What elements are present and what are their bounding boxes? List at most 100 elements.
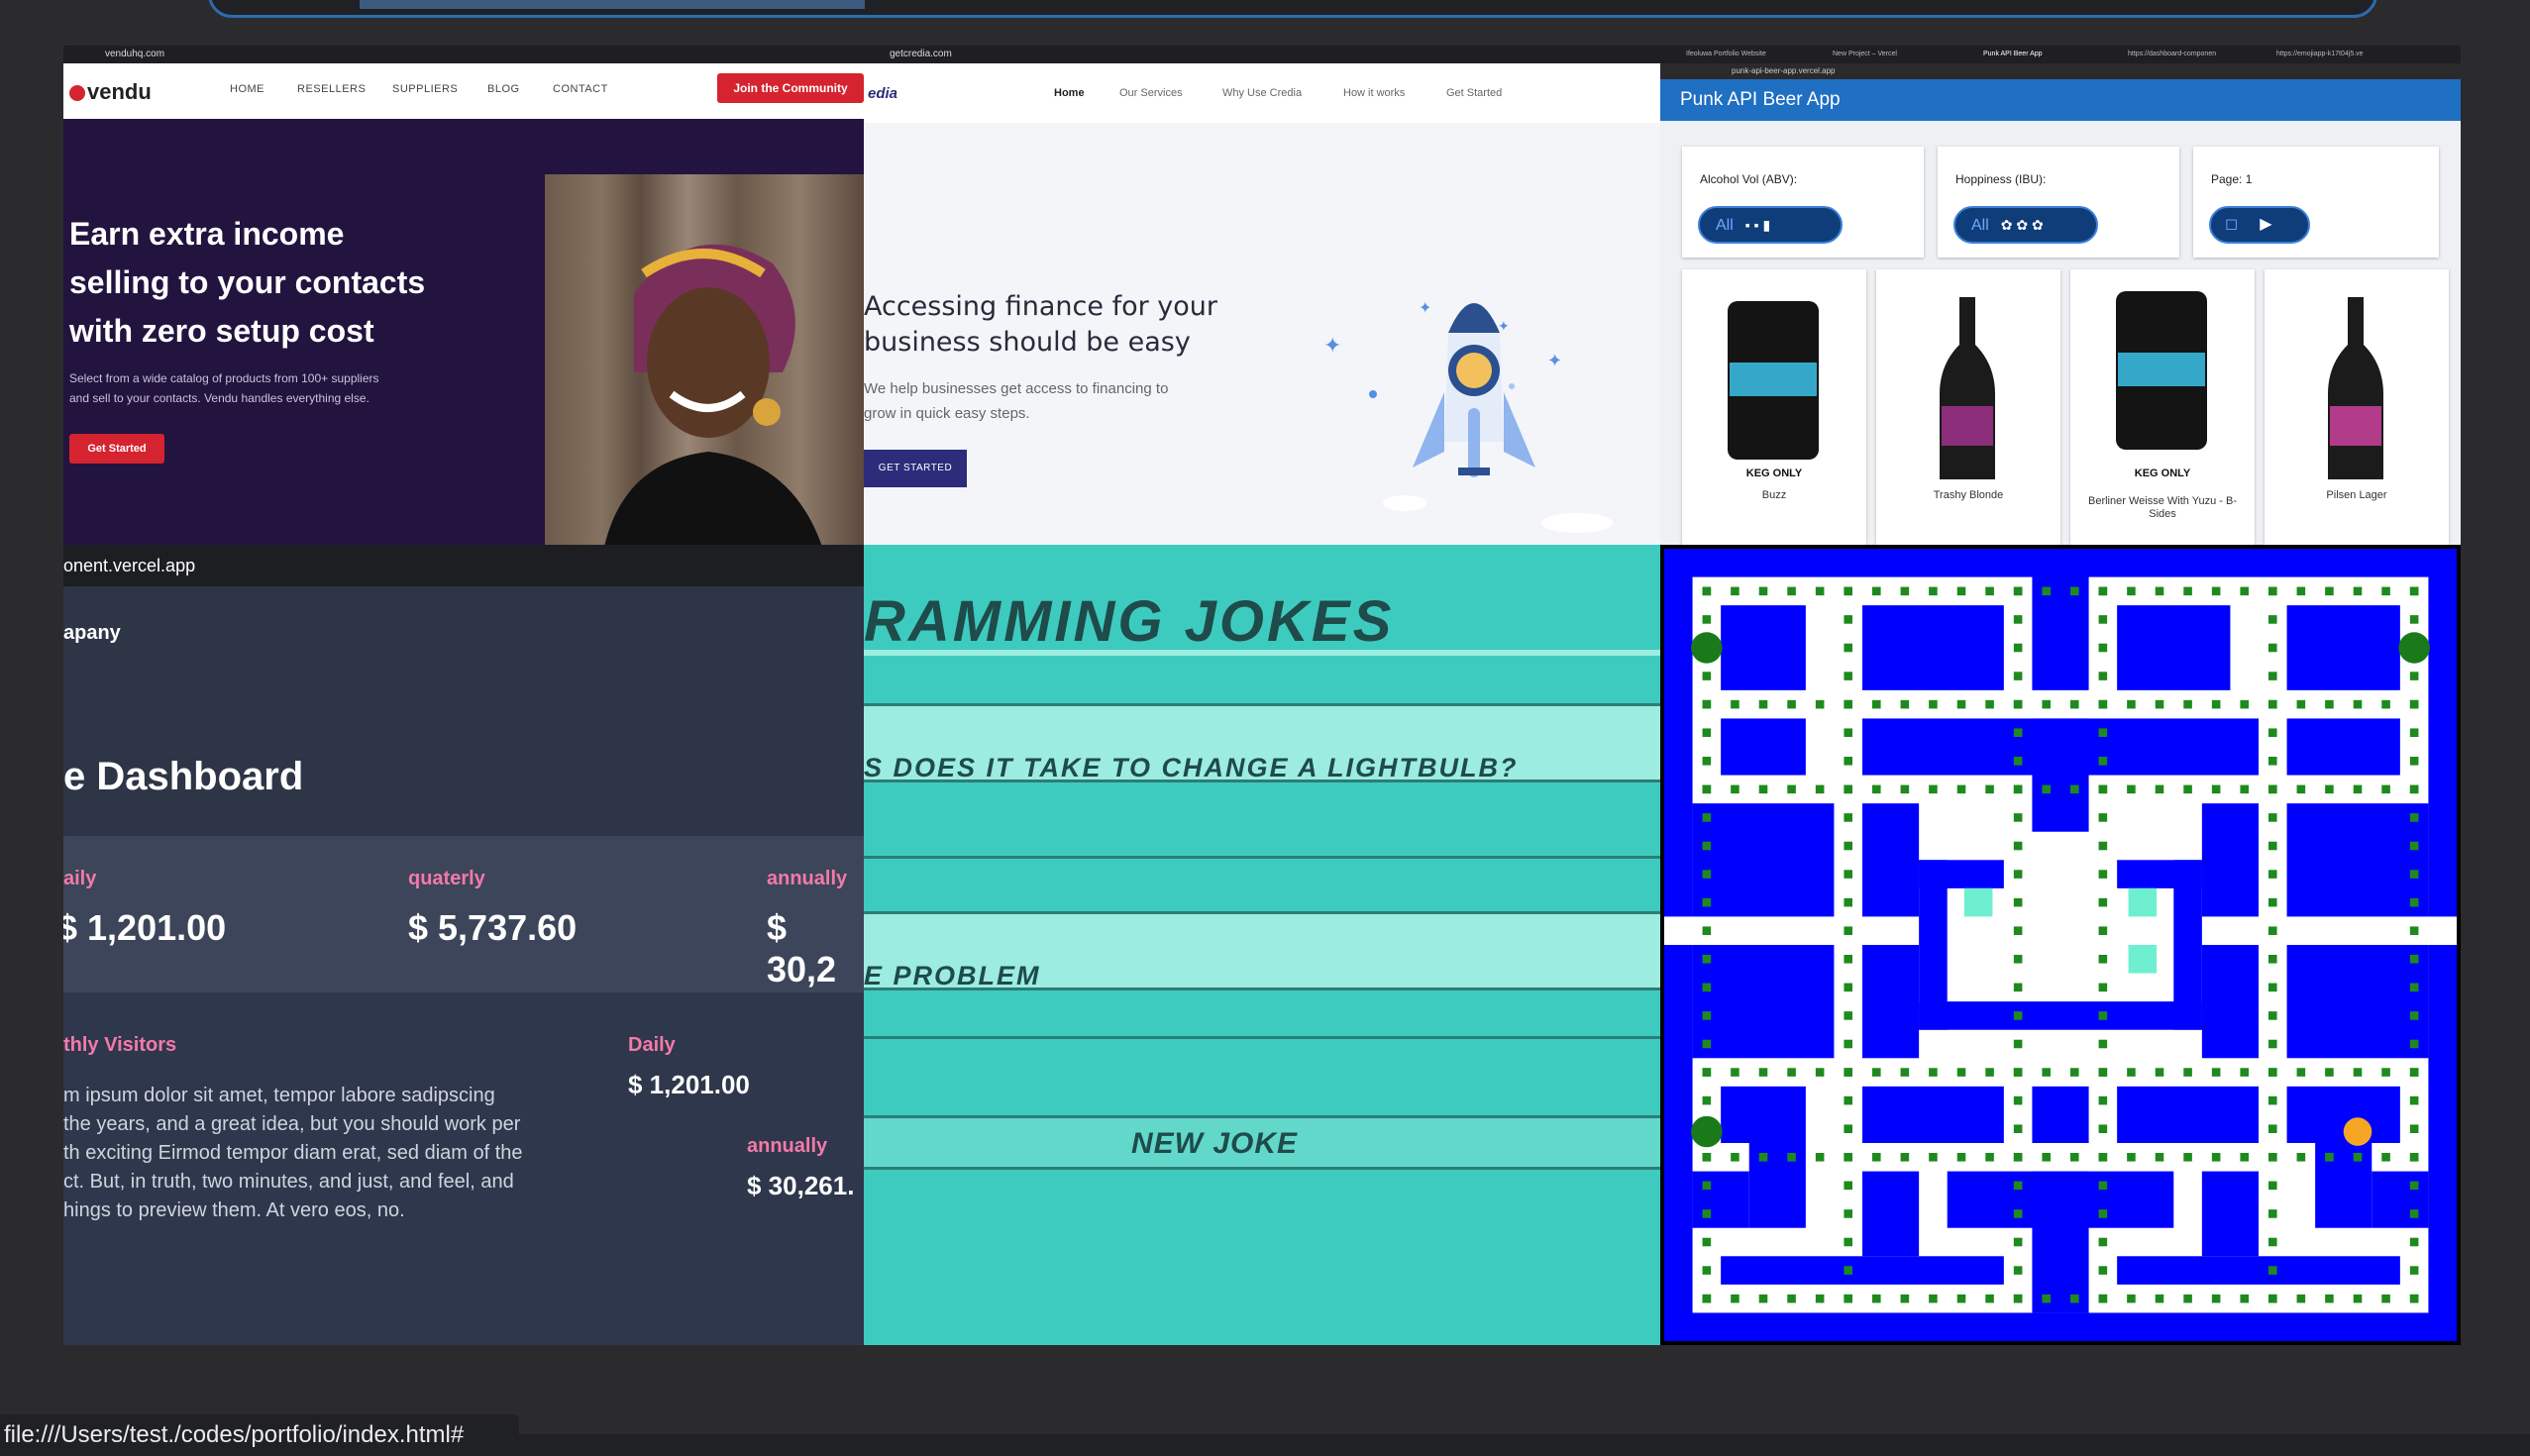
text-line: ct. But, in truth, two minutes, and just… [63, 1171, 514, 1193]
vendu-nav-contact[interactable]: CONTACT [553, 83, 608, 95]
stat-daily-label: aily [63, 868, 97, 889]
maze-wall [1862, 1086, 2004, 1143]
hops-icon[interactable]: ✿ ✿ ✿ [2001, 217, 2044, 233]
beer-url[interactable]: punk-api-beer-app.vercel.app [1660, 63, 2461, 79]
pellet [2381, 586, 2390, 596]
vendu-headline: Earn extra income selling to your contac… [69, 210, 485, 356]
pellet [2353, 1153, 2363, 1162]
pellet [1844, 643, 1852, 653]
keg-icon [1724, 301, 1823, 477]
tab-beer-app[interactable]: Punk API Beer App [1983, 46, 2043, 63]
credia-get-started-button[interactable]: GET STARTED [864, 450, 967, 487]
pellet [2268, 1124, 2277, 1133]
abv-all[interactable]: All [1716, 217, 1734, 234]
pellet [2409, 1153, 2419, 1162]
beer-card[interactable]: Trashy Blonde [1876, 269, 2060, 545]
pellet [2211, 784, 2221, 794]
dashboard-url-bar[interactable]: onent.vercel.app [63, 545, 864, 586]
pellet [2013, 1294, 2023, 1303]
maze-wall [1862, 803, 1920, 917]
pellet [1900, 784, 1910, 794]
beer-card[interactable]: Pilsen Lager [2265, 269, 2449, 545]
pellet [1844, 1068, 1852, 1077]
credia-nav-why[interactable]: Why Use Credia [1222, 87, 1302, 99]
pellet [2409, 1095, 2419, 1105]
pager[interactable]: ◻ ▶ [2209, 206, 2310, 244]
pellet [2353, 1068, 2363, 1077]
credia-nav-how[interactable]: How it works [1343, 87, 1405, 99]
pellet [2409, 757, 2419, 766]
pellet [2268, 1153, 2277, 1162]
prev-page-icon[interactable]: ◻ [2225, 216, 2238, 233]
vendu-nav-blog[interactable]: BLOG [487, 83, 520, 95]
pellet [1900, 1294, 1910, 1303]
pellet [2155, 1153, 2164, 1162]
credia-screenshot: getcredia.com edia Home Our Services Why… [864, 46, 1660, 545]
pellet [2268, 1266, 2277, 1275]
pellet [2325, 699, 2334, 709]
pellet [2296, 784, 2306, 794]
pellet [1758, 699, 1768, 709]
pellet [2098, 1266, 2108, 1275]
credia-nav-home[interactable]: Home [1054, 87, 1085, 99]
pellet [2268, 870, 2277, 879]
tab-portfolio[interactable]: Ifeoluwa Portfolio Website [1686, 46, 1766, 63]
credia-logo[interactable]: edia [868, 85, 897, 102]
pellet [1702, 1237, 1712, 1247]
vendu-logo[interactable]: vendu [69, 79, 152, 105]
next-page-icon[interactable]: ▶ [2260, 216, 2271, 233]
ibu-all[interactable]: All [1971, 217, 1989, 234]
pellet [2353, 784, 2363, 794]
vendu-nav-resellers[interactable]: RESELLERS [297, 83, 366, 95]
pellet [1702, 870, 1712, 879]
pellet [1815, 699, 1825, 709]
pellet [2070, 784, 2079, 794]
pellet [2183, 784, 2192, 794]
beer-card[interactable]: KEG ONLY Berliner Weisse With Yuzu - B-S… [2070, 269, 2255, 545]
abv-filter-pills[interactable]: All ▪ ▪ ▮ [1698, 206, 1843, 244]
pellet [1900, 1068, 1910, 1077]
maze-wall [1862, 1171, 1920, 1257]
pellet [1815, 586, 1825, 596]
pellet [2098, 1181, 2108, 1191]
pellet [2013, 870, 2023, 879]
maze-wall [2372, 1171, 2429, 1228]
pacman-screenshot [1660, 545, 2461, 1345]
beer-name: Pilsen Lager [2326, 489, 2387, 501]
pellet [2127, 699, 2136, 709]
pellet [1702, 1209, 1712, 1218]
pellet [2127, 784, 2136, 794]
pellet [1702, 1011, 1712, 1020]
pacman-board[interactable] [1664, 549, 2457, 1341]
rocket-illustration: ✦ ✦ ✦ ✦ [1323, 300, 1613, 533]
pellet [2268, 955, 2277, 964]
pellet [1844, 1294, 1852, 1303]
tab-vercel[interactable]: New Project – Vercel [1833, 46, 1897, 63]
address-bar[interactable] [208, 0, 2377, 18]
pellet [2098, 615, 2108, 624]
pellet [2240, 586, 2249, 596]
glass-icon[interactable]: ▪ ▪ ▮ [1745, 217, 1770, 233]
get-started-button[interactable]: Get Started [69, 434, 164, 464]
pellet [1844, 1266, 1852, 1275]
headline-line: with zero setup cost [69, 313, 374, 349]
vendu-nav-suppliers[interactable]: SUPPLIERS [392, 83, 458, 95]
ibu-filter-pills[interactable]: All ✿ ✿ ✿ [1953, 206, 2098, 244]
beer-card[interactable]: KEG ONLY Buzz [1682, 269, 1866, 545]
pellet [2325, 1068, 2334, 1077]
new-joke-button[interactable]: NEW JOKE [1131, 1127, 1298, 1161]
pellet [2098, 1209, 2108, 1218]
join-community-button[interactable]: Join the Community [717, 73, 864, 103]
pellet [1844, 672, 1852, 680]
pellet [2098, 1153, 2108, 1162]
credia-nav-services[interactable]: Our Services [1119, 87, 1183, 99]
credia-nav-get-started[interactable]: Get Started [1446, 87, 1502, 99]
maze-wall [1664, 549, 1693, 917]
pellet [2013, 1266, 2023, 1275]
pellet [2042, 1068, 2051, 1077]
stat-daily-value: $ 1,201.00 [63, 907, 227, 948]
vendu-nav-home[interactable]: HOME [230, 83, 264, 95]
beer-tab-strip: Ifeoluwa Portfolio Website New Project –… [1660, 46, 2461, 63]
tab-emoji[interactable]: https://emojiapp-k17t04j5.ve [2276, 46, 2364, 63]
tab-dashboard[interactable]: https://dashboard-componen [2128, 46, 2216, 63]
